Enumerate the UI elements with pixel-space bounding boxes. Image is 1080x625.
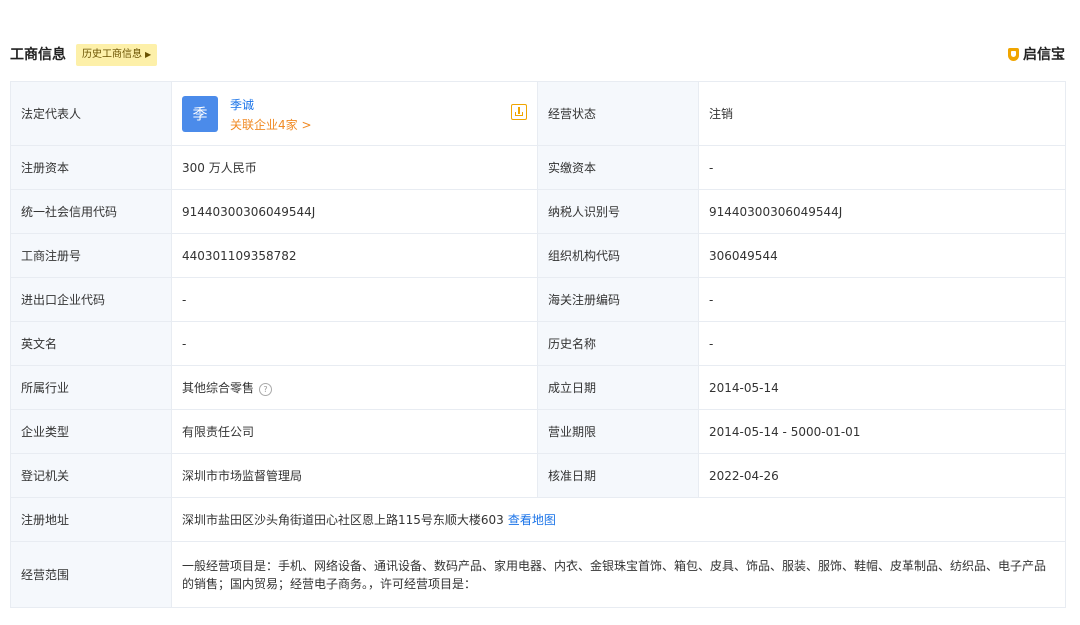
avatar[interactable]: 季: [182, 96, 218, 132]
table-row: 经营范围 一般经营项目是：手机、网络设备、通讯设备、数码产品、家用电器、内衣、金…: [11, 542, 1066, 608]
field-value: 2022-04-26: [699, 454, 1066, 498]
table-row: 统一社会信用代码 91440300306049544J 纳税人识别号 91440…: [11, 190, 1066, 234]
section-title: 工商信息: [10, 44, 66, 66]
field-value: 2014-05-14: [699, 366, 1066, 410]
field-label: 历史名称: [538, 322, 699, 366]
field-value: 深圳市市场监督管理局: [172, 454, 538, 498]
related-companies-link[interactable]: 关联企业4家 >: [230, 116, 312, 133]
view-map-link[interactable]: 查看地图: [508, 513, 556, 527]
field-value: 91440300306049544J: [699, 190, 1066, 234]
export-icon[interactable]: [511, 104, 527, 120]
field-label: 组织机构代码: [538, 234, 699, 278]
field-label: 所属行业: [11, 366, 172, 410]
field-label: 英文名: [11, 322, 172, 366]
field-value: 306049544: [699, 234, 1066, 278]
field-value: 有限责任公司: [172, 410, 538, 454]
field-value: 2014-05-14 - 5000-01-01: [699, 410, 1066, 454]
shield-logo-icon: [1008, 48, 1019, 61]
status-value: 注销: [699, 82, 1066, 146]
field-label: 营业期限: [538, 410, 699, 454]
industry-cell: 其他综合零售?: [172, 366, 538, 410]
field-value: -: [699, 146, 1066, 190]
field-label: 企业类型: [11, 410, 172, 454]
legal-rep-cell: 季 季诚 关联企业4家 >: [172, 82, 538, 146]
table-row: 进出口企业代码 - 海关注册编码 -: [11, 278, 1066, 322]
table-row: 法定代表人 季 季诚 关联企业4家 > 经营状态 注销: [11, 82, 1066, 146]
field-value: -: [172, 322, 538, 366]
help-icon[interactable]: ?: [259, 383, 272, 396]
field-label: 海关注册编码: [538, 278, 699, 322]
history-info-label: 历史工商信息: [82, 49, 142, 60]
field-value: 91440300306049544J: [172, 190, 538, 234]
table-row: 工商注册号 440301109358782 组织机构代码 306049544: [11, 234, 1066, 278]
field-value: 440301109358782: [172, 234, 538, 278]
field-value: 其他综合零售: [182, 381, 254, 395]
address-cell: 深圳市盐田区沙头角街道田心社区恩上路115号东顺大楼603 查看地图: [172, 498, 1066, 542]
brand-logo: 启信宝: [1008, 44, 1065, 66]
history-info-button[interactable]: 历史工商信息▶: [76, 44, 157, 66]
address-value: 深圳市盐田区沙头角街道田心社区恩上路115号东顺大楼603: [182, 513, 504, 527]
table-row: 注册资本 300 万人民币 实缴资本 -: [11, 146, 1066, 190]
table-row: 登记机关 深圳市市场监督管理局 核准日期 2022-04-26: [11, 454, 1066, 498]
brand-name: 启信宝: [1023, 47, 1065, 63]
status-label: 经营状态: [538, 82, 699, 146]
scope-value: 一般经营项目是：手机、网络设备、通讯设备、数码产品、家用电器、内衣、金银珠宝首饰…: [172, 542, 1066, 608]
table-row: 英文名 - 历史名称 -: [11, 322, 1066, 366]
field-label: 注册资本: [11, 146, 172, 190]
table-row: 所属行业 其他综合零售? 成立日期 2014-05-14: [11, 366, 1066, 410]
field-label: 纳税人识别号: [538, 190, 699, 234]
field-label: 实缴资本: [538, 146, 699, 190]
field-value: -: [172, 278, 538, 322]
address-label: 注册地址: [11, 498, 172, 542]
field-label: 统一社会信用代码: [11, 190, 172, 234]
field-value: -: [699, 278, 1066, 322]
section-header: 工商信息 历史工商信息▶ 启信宝: [10, 44, 1065, 66]
field-label: 进出口企业代码: [11, 278, 172, 322]
field-label: 工商注册号: [11, 234, 172, 278]
legal-rep-name[interactable]: 季诚: [230, 96, 254, 113]
field-value: 300 万人民币: [172, 146, 538, 190]
field-value: -: [699, 322, 1066, 366]
table-row: 企业类型 有限责任公司 营业期限 2014-05-14 - 5000-01-01: [11, 410, 1066, 454]
field-label: 登记机关: [11, 454, 172, 498]
scope-label: 经营范围: [11, 542, 172, 608]
legal-rep-label: 法定代表人: [11, 82, 172, 146]
caret-right-icon: ▶: [145, 50, 151, 59]
business-info-table: 法定代表人 季 季诚 关联企业4家 > 经营状态 注销 注册资本 300 万人民…: [10, 81, 1066, 608]
field-label: 核准日期: [538, 454, 699, 498]
table-row: 注册地址 深圳市盐田区沙头角街道田心社区恩上路115号东顺大楼603 查看地图: [11, 498, 1066, 542]
field-label: 成立日期: [538, 366, 699, 410]
